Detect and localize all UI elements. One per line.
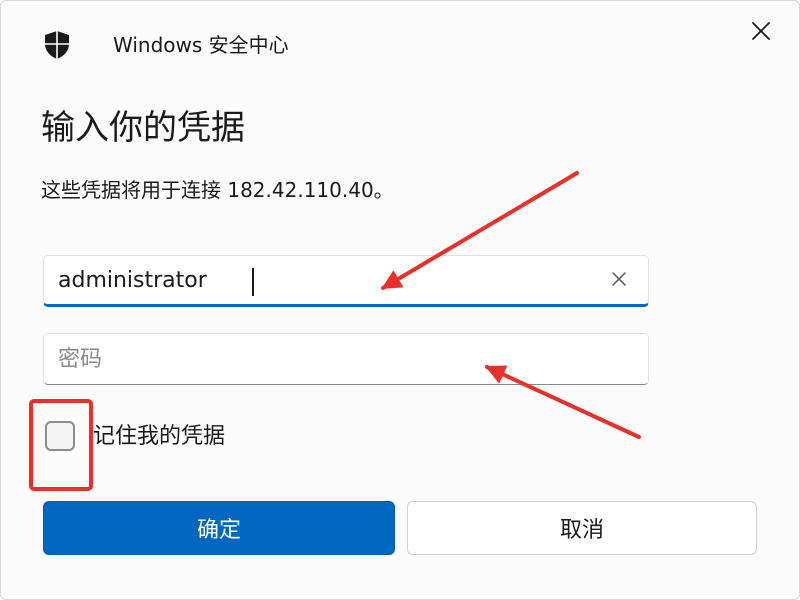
cancel-button[interactable]: 取消	[407, 501, 757, 555]
dialog-heading: 输入你的凭据	[41, 108, 245, 148]
ok-button[interactable]: 确定	[43, 501, 395, 555]
close-button[interactable]	[743, 15, 779, 51]
close-icon	[751, 21, 771, 45]
window-title: Windows 安全中心	[113, 33, 289, 57]
password-field[interactable]	[43, 333, 649, 385]
text-caret	[252, 268, 254, 296]
shield-icon	[41, 29, 73, 61]
remember-checkbox[interactable]	[45, 421, 75, 451]
clear-icon	[611, 271, 627, 291]
username-input[interactable]	[58, 256, 598, 304]
password-input[interactable]	[58, 334, 598, 384]
connection-description: 这些凭据将用于连接 182.42.110.40。	[41, 178, 394, 202]
credential-dialog: Windows 安全中心 输入你的凭据 这些凭据将用于连接 182.42.110…	[0, 0, 800, 600]
remember-checkbox-label[interactable]: 记住我的凭据	[93, 421, 225, 453]
username-field[interactable]	[43, 255, 649, 307]
remember-credentials-row[interactable]: 记住我的凭据	[41, 413, 341, 463]
clear-username-button[interactable]	[606, 268, 632, 294]
title-bar: Windows 安全中心	[1, 1, 799, 81]
